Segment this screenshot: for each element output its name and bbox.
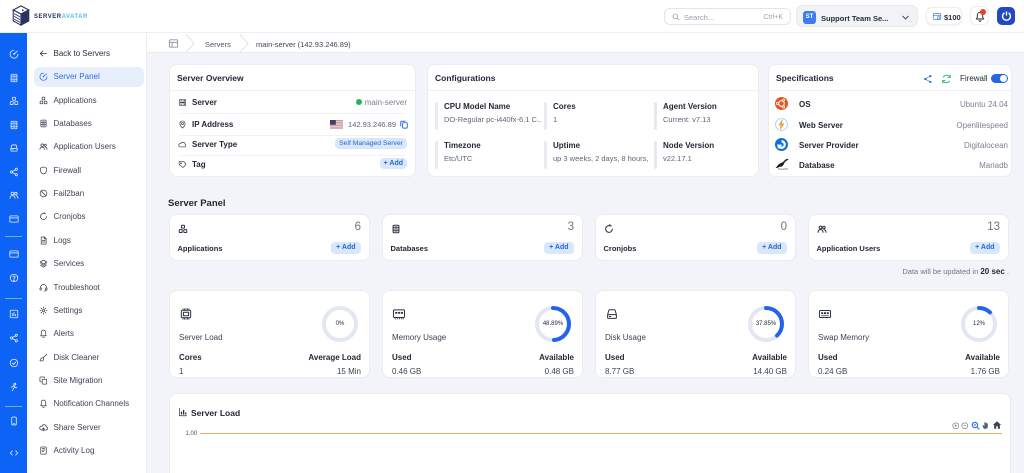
- svg-text:MariaDB: MariaDB: [778, 167, 788, 169]
